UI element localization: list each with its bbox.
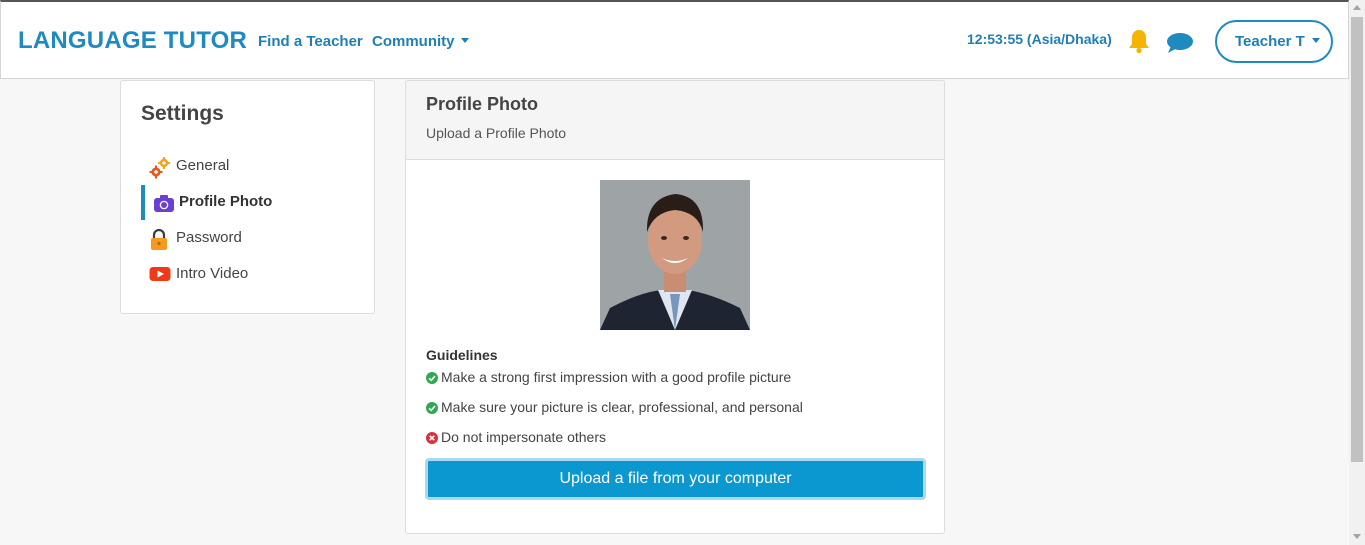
nav-community-label: Community — [372, 33, 455, 50]
top-navbar: LANGUAGE TUTOR Find a Teacher Community … — [0, 0, 1349, 79]
guideline-item: Make a strong first impression with a go… — [426, 369, 791, 385]
bell-icon[interactable] — [1127, 28, 1151, 59]
chat-bubble-icon[interactable] — [1166, 32, 1194, 59]
guideline-item: Make sure your picture is clear, profess… — [426, 399, 803, 415]
guidelines-title: Guidelines — [426, 347, 498, 363]
nav-community-dropdown[interactable]: Community — [372, 33, 469, 50]
camera-icon — [153, 193, 174, 213]
chevron-down-icon — [460, 37, 469, 43]
sidebar-item-label: General — [176, 157, 230, 174]
scrollbar-thumb[interactable] — [1351, 17, 1363, 462]
padlock-icon — [149, 228, 169, 250]
settings-sidebar: Settings General Profile Photo Password … — [120, 80, 375, 314]
sidebar-item-label: Password — [176, 229, 242, 246]
scroll-down-icon[interactable] — [1353, 534, 1361, 539]
card-title: Profile Photo — [426, 94, 538, 114]
gears-icon — [149, 157, 170, 179]
profile-photo-card: Profile Photo Upload a Profile Photo Gui… — [405, 80, 945, 534]
page-scrollbar[interactable] — [1349, 0, 1365, 545]
sidebar-item-intro-video[interactable]: Intro Video — [141, 257, 361, 292]
scroll-up-icon[interactable] — [1353, 5, 1361, 10]
sidebar-item-label: Intro Video — [176, 265, 249, 282]
check-circle-icon — [426, 402, 438, 414]
x-circle-icon — [426, 432, 438, 444]
nav-find-teacher[interactable]: Find a Teacher — [258, 33, 363, 50]
clock-display: 12:53:55 (Asia/Dhaka) — [967, 31, 1112, 47]
check-circle-icon — [426, 372, 438, 384]
guideline-text: Do not impersonate others — [441, 429, 606, 445]
guideline-text: Make sure your picture is clear, profess… — [441, 399, 803, 415]
brand-logo[interactable]: LANGUAGE TUTOR — [18, 27, 247, 55]
card-subtitle: Upload a Profile Photo — [426, 125, 567, 141]
profile-photo-image — [600, 180, 750, 330]
user-menu-label: Teacher T — [1235, 33, 1305, 50]
video-play-icon — [149, 265, 171, 285]
guideline-item: Do not impersonate others — [426, 429, 606, 445]
user-menu-button[interactable]: Teacher T — [1215, 20, 1333, 63]
sidebar-item-profile-photo[interactable]: Profile Photo — [141, 185, 361, 220]
sidebar-item-label: Profile Photo — [179, 193, 273, 210]
upload-file-button[interactable]: Upload a file from your computer — [425, 458, 926, 500]
sidebar-item-password[interactable]: Password — [141, 221, 361, 256]
card-header: Profile Photo Upload a Profile Photo — [406, 81, 944, 160]
guideline-text: Make a strong first impression with a go… — [441, 369, 792, 385]
sidebar-item-general[interactable]: General — [141, 149, 361, 184]
chevron-down-icon — [1311, 37, 1320, 43]
sidebar-title: Settings — [141, 102, 224, 125]
